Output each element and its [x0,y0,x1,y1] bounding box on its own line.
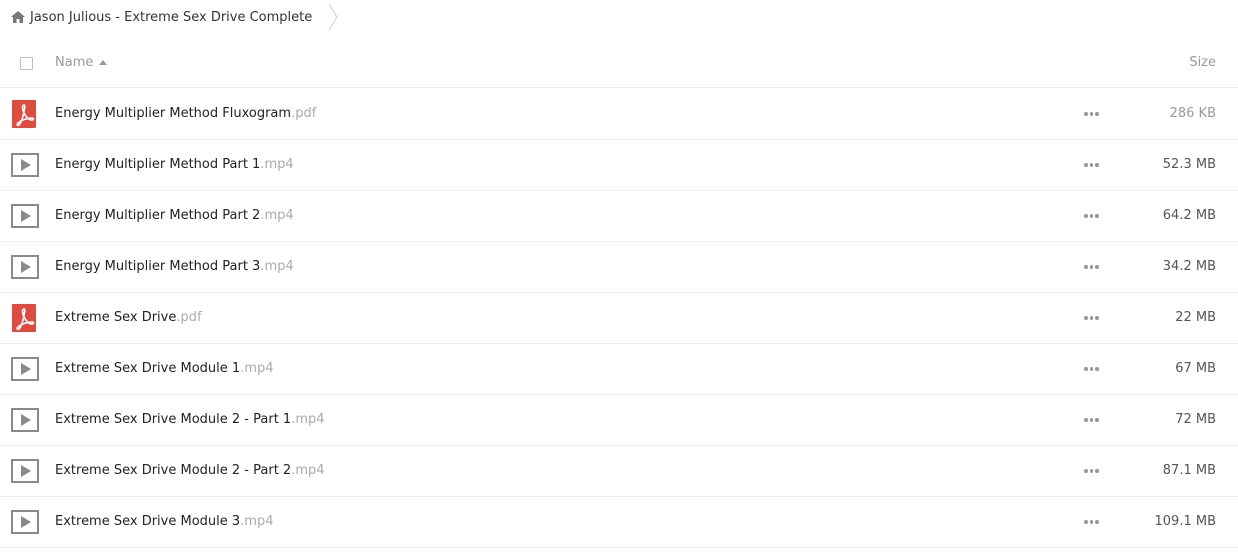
file-name[interactable]: Energy Multiplier Method Part 1.mp4 [55,157,294,172]
file-size: 64.2 MB [1162,208,1216,223]
file-name[interactable]: Extreme Sex Drive Module 2 - Part 1.mp4 [55,412,325,427]
sort-ascending-icon [99,60,108,65]
file-list-header: Name Size [0,40,1238,88]
file-row[interactable]: Extreme Sex Drive Module 1.mp4 67 MB [0,344,1238,395]
file-list: Energy Multiplier Method Fluxogram.pdf 28… [0,89,1238,548]
file-row[interactable]: Extreme Sex Drive.pdf 22 MB [0,293,1238,344]
video-icon [11,253,39,281]
file-extension: .mp4 [260,208,294,223]
pdf-icon [11,304,39,332]
file-name[interactable]: Energy Multiplier Method Part 2.mp4 [55,208,294,223]
file-basename: Energy Multiplier Method Fluxogram [55,106,292,121]
file-basename: Energy Multiplier Method Part 1 [55,157,261,172]
file-name[interactable]: Energy Multiplier Method Fluxogram.pdf [55,106,316,121]
file-basename: Energy Multiplier Method Part 2 [55,208,261,223]
file-size: 286 KB [1169,106,1216,121]
more-options-icon[interactable] [1084,214,1100,220]
file-name[interactable]: Extreme Sex Drive Module 1.mp4 [55,361,274,376]
file-row[interactable]: Extreme Sex Drive Module 2 - Part 1.mp4 7… [0,395,1238,446]
pdf-icon [11,100,39,128]
more-options-icon[interactable] [1084,265,1100,271]
file-size: 72 MB [1175,412,1216,427]
file-extension: .mp4 [291,463,325,478]
file-name[interactable]: Extreme Sex Drive Module 2 - Part 2.mp4 [55,463,325,478]
file-extension: .mp4 [260,157,294,172]
video-icon [11,151,39,179]
select-all-checkbox[interactable] [20,57,33,70]
file-size: 67 MB [1175,361,1216,376]
more-options-icon[interactable] [1084,418,1100,424]
more-options-icon[interactable] [1084,316,1100,322]
video-icon [11,406,39,434]
file-basename: Extreme Sex Drive Module 1 [55,361,241,376]
file-size: 22 MB [1175,310,1216,325]
file-size: 52.3 MB [1162,157,1216,172]
file-row[interactable]: Energy Multiplier Method Part 1.mp4 52.3 … [0,140,1238,191]
video-icon [11,202,39,230]
more-options-icon[interactable] [1084,163,1100,169]
file-extension: .mp4 [260,259,294,274]
file-row[interactable]: Energy Multiplier Method Part 3.mp4 34.2 … [0,242,1238,293]
file-extension: .mp4 [240,514,274,529]
file-extension: .pdf [176,310,202,325]
file-name[interactable]: Extreme Sex Drive.pdf [55,310,202,325]
breadcrumb-current-folder[interactable]: Jason Julious - Extreme Sex Drive Comple… [30,10,312,25]
file-basename: Energy Multiplier Method Part 3 [55,259,261,274]
file-extension: .mp4 [240,361,274,376]
file-size: 109.1 MB [1154,514,1216,529]
file-row[interactable]: Extreme Sex Drive Module 3.mp4 109.1 MB [0,497,1238,548]
file-size: 34.2 MB [1162,259,1216,274]
file-basename: Extreme Sex Drive Module 3 [55,514,241,529]
more-options-icon[interactable] [1084,469,1100,475]
file-basename: Extreme Sex Drive Module 2 - Part 2 [55,463,292,478]
name-column-label: Name [55,55,94,70]
size-column-header[interactable]: Size [1189,55,1216,70]
more-options-icon[interactable] [1084,367,1100,373]
file-name[interactable]: Extreme Sex Drive Module 3.mp4 [55,514,274,529]
file-row[interactable]: Energy Multiplier Method Fluxogram.pdf 28… [0,89,1238,140]
more-options-icon[interactable] [1084,112,1100,118]
video-icon [11,508,39,536]
file-name[interactable]: Energy Multiplier Method Part 3.mp4 [55,259,294,274]
file-row[interactable]: Energy Multiplier Method Part 2.mp4 64.2 … [0,191,1238,242]
more-options-icon[interactable] [1084,520,1100,526]
file-basename: Extreme Sex Drive [55,310,177,325]
video-icon [11,355,39,383]
file-size: 87.1 MB [1162,463,1216,478]
file-basename: Extreme Sex Drive Module 2 - Part 1 [55,412,292,427]
name-column-header[interactable]: Name [55,55,108,70]
breadcrumb-chevron-icon [328,2,338,32]
home-icon[interactable] [10,10,26,24]
video-icon [11,457,39,485]
breadcrumb: Jason Julious - Extreme Sex Drive Comple… [0,0,338,34]
file-extension: .pdf [291,106,317,121]
file-extension: .mp4 [291,412,325,427]
file-row[interactable]: Extreme Sex Drive Module 2 - Part 2.mp4 8… [0,446,1238,497]
